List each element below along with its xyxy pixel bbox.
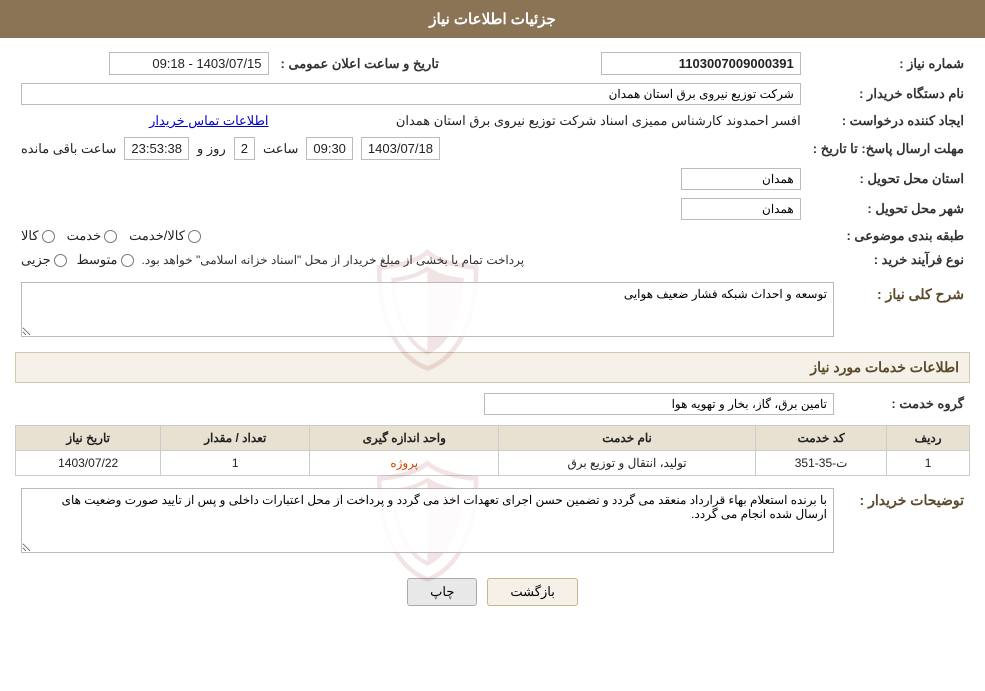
category-radio-khedmat[interactable]: [104, 230, 117, 243]
service-group-input[interactable]: [484, 393, 834, 415]
reply-days-box: 2: [234, 137, 255, 160]
creator-label: ایجاد کننده درخواست :: [807, 109, 970, 133]
delivery-city-input[interactable]: [681, 198, 801, 220]
col-date: تاریخ نیاز: [16, 426, 161, 451]
category-radios: کالا خدمت کالا/خدمت: [15, 224, 807, 248]
services-table-header-row: ردیف کد خدمت نام خدمت واحد اندازه گیری ت…: [16, 426, 970, 451]
delivery-city-value: [15, 194, 807, 224]
footer-buttons: بازگشت چاپ: [15, 566, 970, 618]
back-button[interactable]: بازگشت: [487, 578, 577, 606]
services-section-header: اطلاعات خدمات مورد نیاز: [15, 352, 970, 383]
buyer-notes-value: 🛡: [15, 484, 840, 560]
services-table-head: ردیف کد خدمت نام خدمت واحد اندازه گیری ت…: [16, 426, 970, 451]
table-cell: تولید، انتقال و توزیع برق: [499, 451, 756, 476]
buyer-org-input[interactable]: [21, 83, 801, 105]
process-note: پرداخت تمام یا بخشی از مبلغ خریدار از مح…: [142, 253, 525, 267]
row-category: طبقه بندی موضوعی : کالا خدمت کالا/خدمت: [15, 224, 970, 248]
reply-remaining-box: 23:53:38: [124, 137, 189, 160]
process-radio-jazii[interactable]: [54, 254, 67, 267]
col-row-num: ردیف: [887, 426, 970, 451]
need-desc-container: 🛡: [21, 282, 834, 340]
reply-time-box: 09:30: [306, 137, 353, 160]
services-table-body: 1ت-35-351تولید، انتقال و توزیع برقپروژه1…: [16, 451, 970, 476]
buyer-notes-textarea[interactable]: [21, 488, 834, 553]
process-type-label: نوع فرآیند خرید :: [807, 248, 970, 272]
services-table: ردیف کد خدمت نام خدمت واحد اندازه گیری ت…: [15, 425, 970, 476]
buyer-org-value: [15, 79, 807, 109]
contact-info-cell: اطلاعات تماس خریدار: [15, 109, 275, 133]
process-radio-group: جزیی متوسط: [21, 252, 134, 268]
need-number-label: شماره نیاز :: [807, 48, 970, 79]
service-group-value: [15, 389, 840, 419]
row-delivery-city: شهر محل تحویل :: [15, 194, 970, 224]
row-service-group: گروه خدمت :: [15, 389, 970, 419]
reply-time-label: ساعت: [263, 141, 298, 157]
process-option-jazii[interactable]: جزیی: [21, 252, 67, 268]
row-need-number: شماره نیاز : 1103007009000391 تاریخ و سا…: [15, 48, 970, 79]
need-number-box: 1103007009000391: [601, 52, 801, 75]
table-row: 1ت-35-351تولید، انتقال و توزیع برقپروژه1…: [16, 451, 970, 476]
delivery-province-input[interactable]: [681, 168, 801, 190]
table-cell: پروژه: [310, 451, 499, 476]
announce-date-value: 1403/07/15 - 09:18: [15, 48, 275, 79]
reply-days-label: روز و: [197, 141, 226, 157]
need-desc-table: شرح کلی نیاز : 🛡: [15, 278, 970, 344]
contact-info-link[interactable]: اطلاعات تماس خریدار: [149, 113, 268, 128]
row-need-desc: شرح کلی نیاز : 🛡: [15, 278, 970, 344]
category-option-kala-khedmat[interactable]: کالا/خدمت: [129, 228, 201, 244]
table-cell: 1403/07/22: [16, 451, 161, 476]
row-creator: ایجاد کننده درخواست : افسر احمدوند کارشن…: [15, 109, 970, 133]
col-service-code: کد خدمت: [755, 426, 886, 451]
creator-value: افسر احمدوند کارشناس ممیزی اسناد شرکت تو…: [275, 109, 807, 133]
content-area: شماره نیاز : 1103007009000391 تاریخ و سا…: [0, 38, 985, 628]
need-number-value: 1103007009000391: [465, 48, 807, 79]
need-desc-label: شرح کلی نیاز :: [840, 278, 970, 344]
delivery-province-label: استان محل تحویل :: [807, 164, 970, 194]
reply-remaining-label: ساعت باقی مانده: [21, 141, 116, 157]
need-desc-textarea[interactable]: [21, 282, 834, 337]
service-group-label: گروه خدمت :: [840, 389, 970, 419]
col-quantity: تعداد / مقدار: [161, 426, 310, 451]
buyer-notes-container: 🛡: [21, 488, 834, 556]
category-radio-group: کالا خدمت کالا/خدمت: [21, 228, 801, 244]
reply-deadline-fields: ساعت باقی مانده 23:53:38 روز و 2 ساعت 09…: [21, 137, 801, 160]
need-desc-value: 🛡: [15, 278, 840, 344]
delivery-city-label: شهر محل تحویل :: [807, 194, 970, 224]
row-buyer-notes: توضیحات خریدار : 🛡: [15, 484, 970, 560]
col-service-name: نام خدمت: [499, 426, 756, 451]
table-cell: 1: [887, 451, 970, 476]
table-cell: 1: [161, 451, 310, 476]
process-type-row: جزیی متوسط پرداخت تمام یا بخشی از مبلغ خ…: [21, 252, 801, 268]
main-info-table: شماره نیاز : 1103007009000391 تاریخ و سا…: [15, 48, 970, 272]
process-type-area: جزیی متوسط پرداخت تمام یا بخشی از مبلغ خ…: [15, 248, 807, 272]
announce-date-label: تاریخ و ساعت اعلان عمومی :: [275, 48, 445, 79]
category-radio-kala-khedmat[interactable]: [188, 230, 201, 243]
process-option-motavasset[interactable]: متوسط: [77, 252, 134, 268]
reply-date-box: 1403/07/18: [361, 137, 440, 160]
row-process-type: نوع فرآیند خرید : جزیی متوسط: [15, 248, 970, 272]
col-unit: واحد اندازه گیری: [310, 426, 499, 451]
page-title: جزئیات اطلاعات نیاز: [429, 11, 556, 28]
buyer-notes-table: توضیحات خریدار : 🛡: [15, 484, 970, 560]
category-option-khedmat[interactable]: خدمت: [67, 228, 118, 244]
category-option-kala[interactable]: کالا: [21, 228, 55, 244]
print-button[interactable]: چاپ: [407, 578, 477, 606]
buyer-org-label: نام دستگاه خریدار :: [807, 79, 970, 109]
announce-date-box: 1403/07/15 - 09:18: [109, 52, 269, 75]
buyer-notes-label: توضیحات خریدار :: [840, 484, 970, 560]
table-cell: ت-35-351: [755, 451, 886, 476]
row-delivery-province: استان محل تحویل :: [15, 164, 970, 194]
reply-deadline-label: مهلت ارسال پاسخ: تا تاریخ :: [807, 133, 970, 164]
process-radio-motavasset[interactable]: [121, 254, 134, 267]
service-group-table: گروه خدمت :: [15, 389, 970, 419]
category-label: طبقه بندی موضوعی :: [807, 224, 970, 248]
row-buyer-org: نام دستگاه خریدار :: [15, 79, 970, 109]
delivery-province-value: [15, 164, 807, 194]
page-header: جزئیات اطلاعات نیاز: [0, 0, 985, 38]
page-wrapper: جزئیات اطلاعات نیاز شماره نیاز : 1103007…: [0, 0, 985, 691]
category-radio-kala[interactable]: [42, 230, 55, 243]
row-reply-deadline: مهلت ارسال پاسخ: تا تاریخ : ساعت باقی ما…: [15, 133, 970, 164]
reply-deadline-row: ساعت باقی مانده 23:53:38 روز و 2 ساعت 09…: [15, 133, 807, 164]
